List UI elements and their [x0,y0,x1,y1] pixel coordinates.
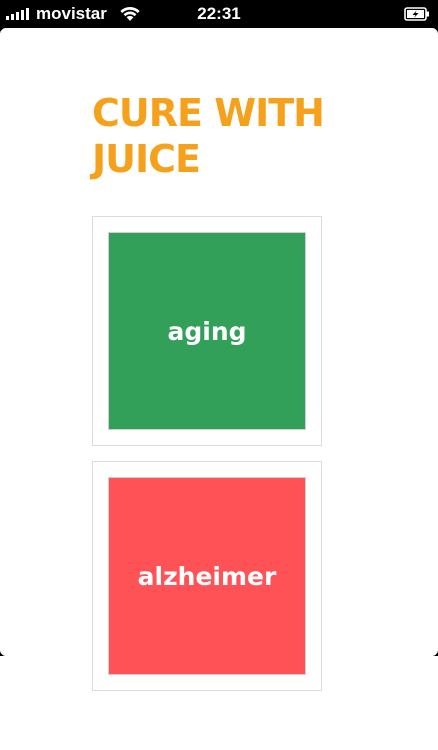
screen-corner [432,650,438,656]
category-tile-alzheimer[interactable]: alzheimer [108,477,306,675]
page-title: CURE WITH JUICE [92,91,325,181]
screen-corner [0,650,6,656]
screen-corner [0,28,6,34]
status-time: 22:31 [197,4,241,23]
screen-corner [432,28,438,34]
category-card-aging[interactable]: aging [92,216,322,446]
category-label: aging [167,316,247,346]
category-card-alzheimer[interactable]: alzheimer [92,461,322,691]
battery-charging-icon [404,7,429,21]
status-bar: movistar 22:31 [0,0,438,28]
category-label: alzheimer [137,561,277,591]
category-tile-aging[interactable]: aging [108,232,306,430]
